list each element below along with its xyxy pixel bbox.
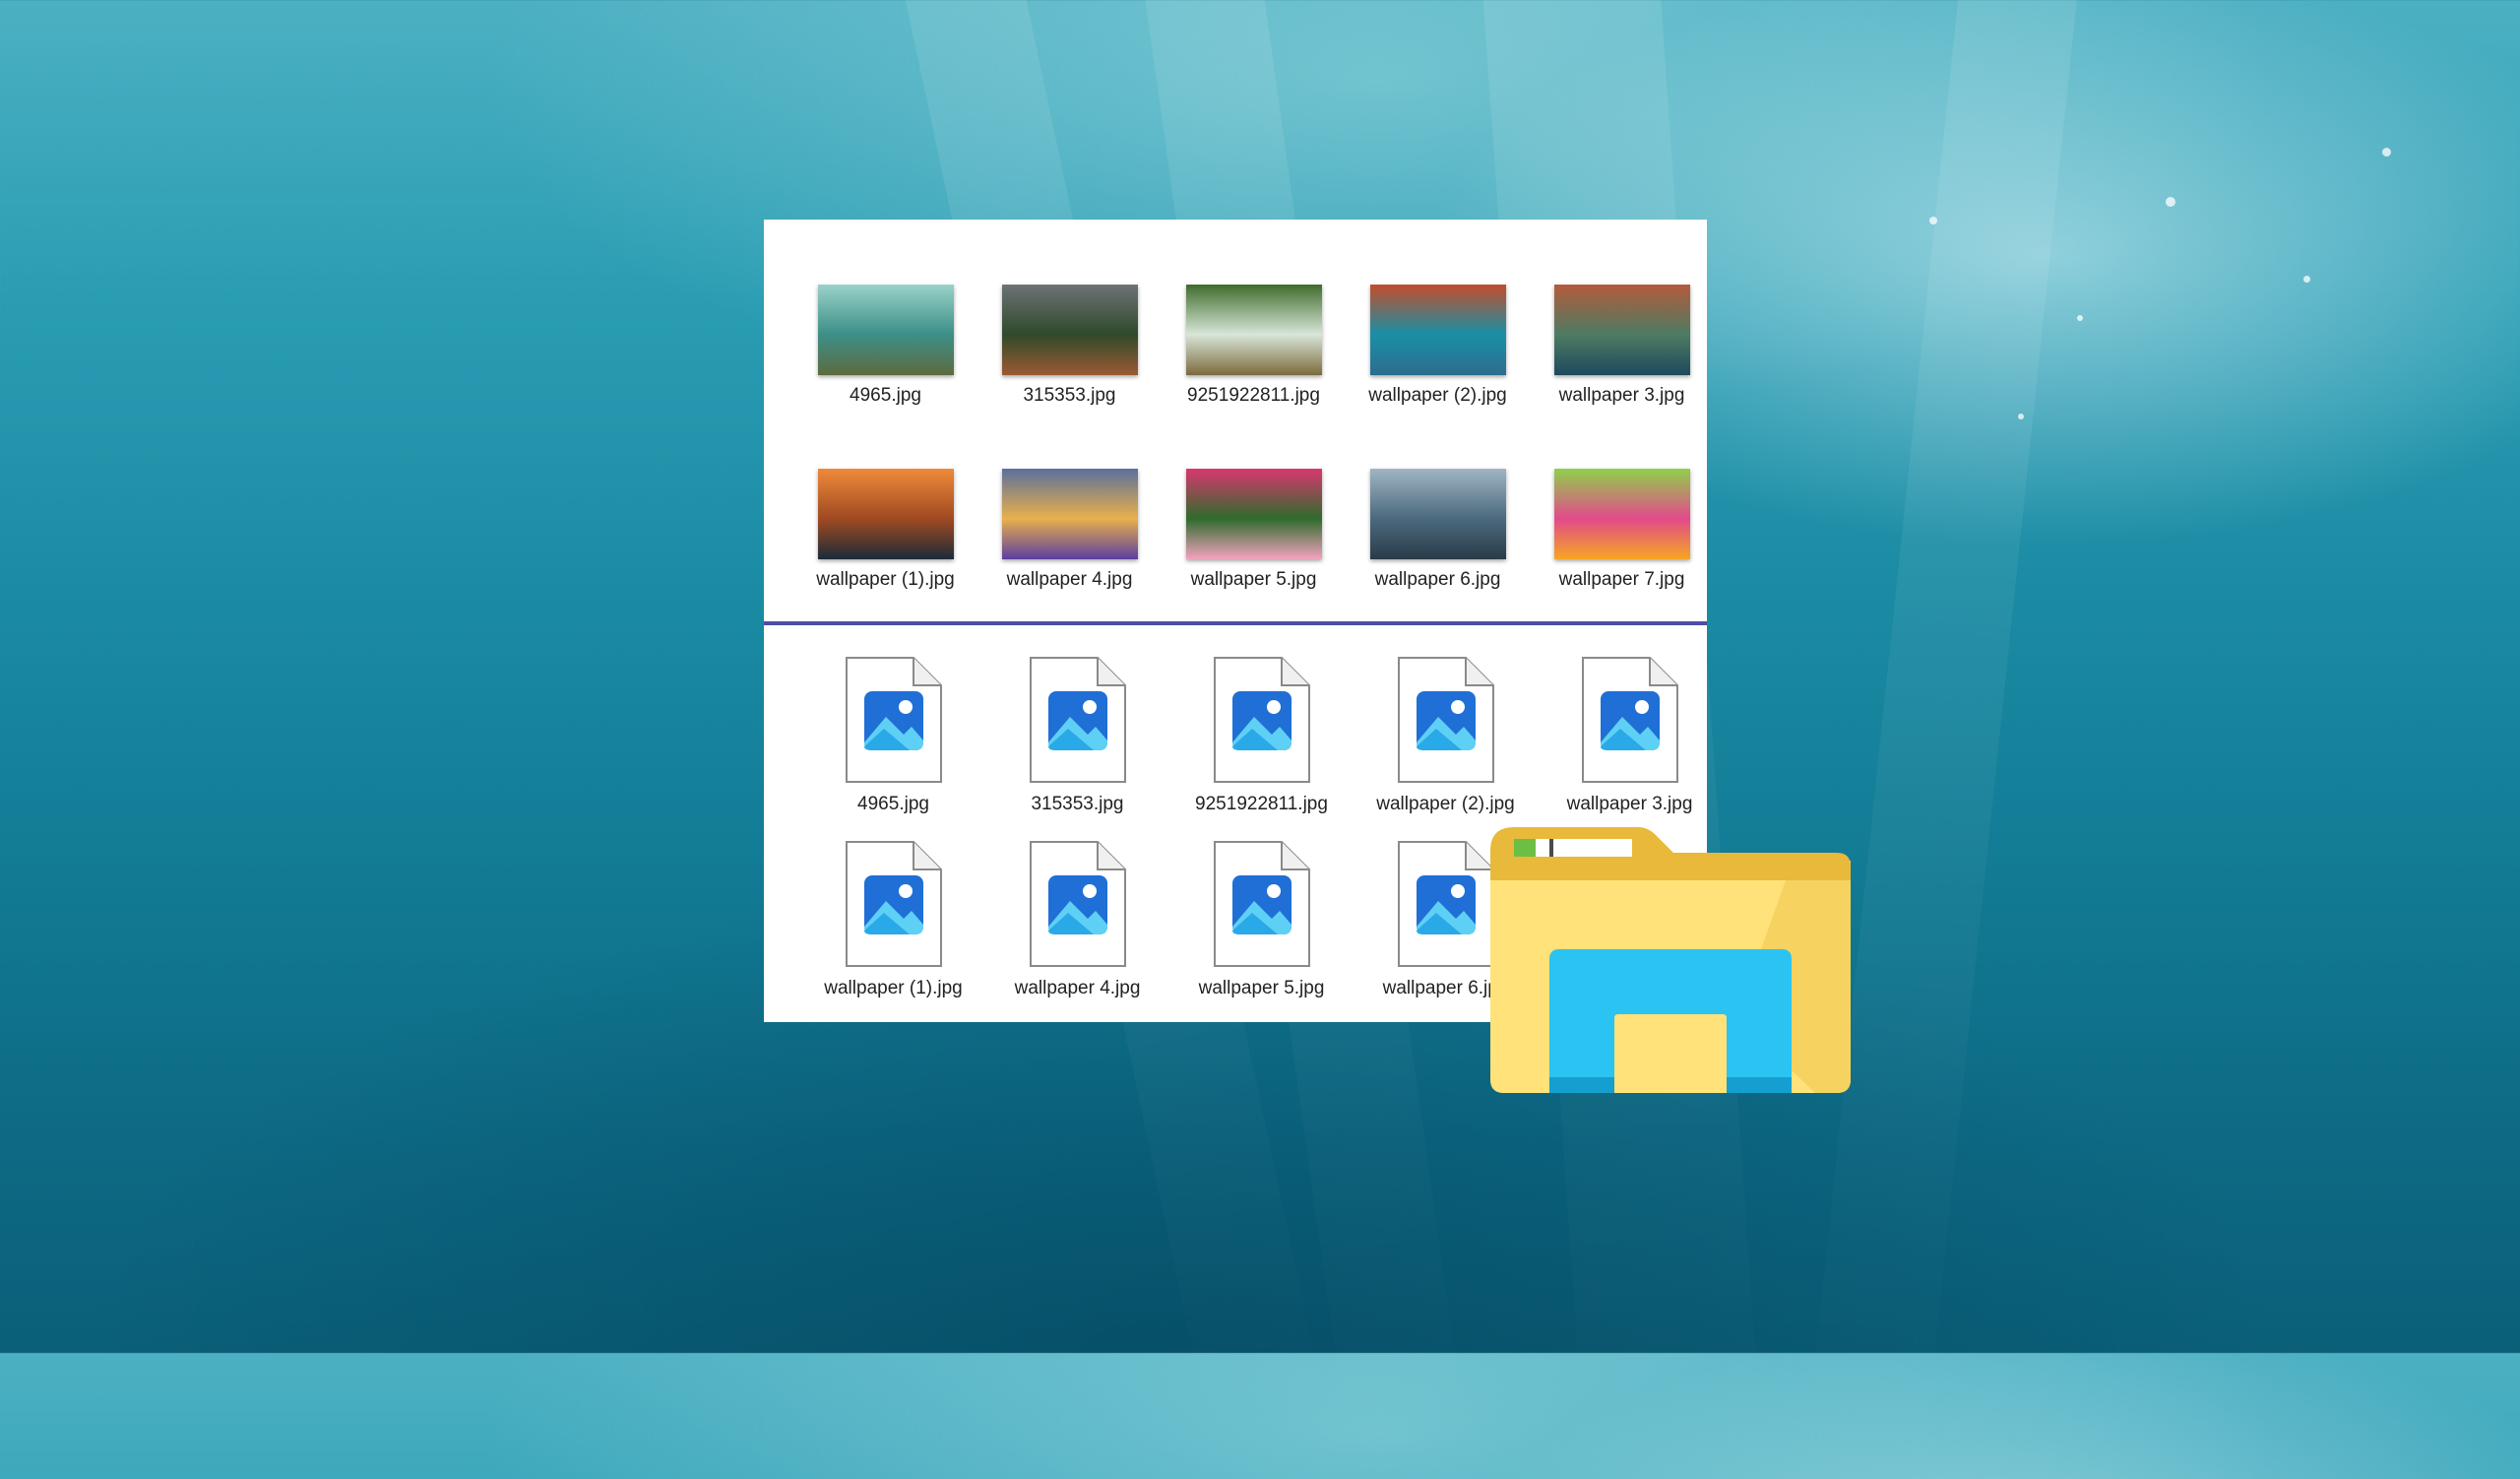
file-item[interactable]: wallpaper 3.jpg [1538,656,1722,840]
sparkle [2382,148,2391,157]
image-file-icon [845,840,943,968]
thumbnail-label: wallpaper 5.jpg [1190,569,1317,590]
image-file-icon [1213,656,1311,784]
photo-thumbnail [1369,469,1506,559]
thumbnail-label: wallpaper (1).jpg [816,569,955,590]
photo-thumbnail [1369,285,1506,375]
sparkle [2166,197,2175,207]
file-label: wallpaper 5.jpg [1198,978,1325,998]
divider [764,621,1707,625]
file-item[interactable]: 9251922811.jpg [1169,656,1354,840]
thumbnail-label: wallpaper 3.jpg [1558,385,1685,406]
thumbnail-label: 315353.jpg [1023,385,1116,406]
image-file-icon [845,656,943,784]
photo-thumbnail [817,469,954,559]
sparkle [2303,276,2310,283]
image-file-icon [1397,656,1495,784]
file-label: wallpaper 4.jpg [1014,978,1141,998]
image-file-icon [1581,656,1679,784]
photo-thumbnail [1553,285,1690,375]
file-item[interactable]: wallpaper 4.jpg [985,840,1169,1024]
file-label: wallpaper 3.jpg [1566,794,1693,814]
image-file-icon [1213,840,1311,968]
photo-thumbnail [817,285,954,375]
sparkle [2077,315,2083,321]
sparkle [2018,414,2024,419]
thumbnail-item[interactable]: 9251922811.jpg [1162,285,1346,469]
light-ray [1804,0,2087,1475]
photo-thumbnail [1001,469,1138,559]
image-file-icon [1397,840,1495,968]
thumbnail-item[interactable]: wallpaper (2).jpg [1346,285,1530,469]
image-file-icon [1029,656,1127,784]
file-label: 4965.jpg [857,794,929,814]
file-label: 9251922811.jpg [1195,794,1328,814]
thumbnail-label: wallpaper 4.jpg [1006,569,1133,590]
photo-thumbnail [1553,469,1690,559]
thumbnail-label: 9251922811.jpg [1187,385,1320,406]
file-item[interactable]: 4965.jpg [801,656,985,840]
file-label: wallpaper (2).jpg [1376,794,1515,814]
thumbnail-item[interactable]: 4965.jpg [793,285,977,469]
photo-thumbnail [1185,285,1322,375]
photo-thumbnail [1185,469,1322,559]
thumbnail-item[interactable]: wallpaper 3.jpg [1530,285,1714,469]
file-label: 315353.jpg [1031,794,1124,814]
image-file-icon [1029,840,1127,968]
photo-thumbnail [1001,285,1138,375]
thumbnail-item[interactable]: 315353.jpg [977,285,1162,469]
file-item[interactable]: 315353.jpg [985,656,1169,840]
file-item[interactable]: wallpaper (2).jpg [1354,656,1538,840]
thumbnail-label: wallpaper 7.jpg [1558,569,1685,590]
thumbnail-label: wallpaper (2).jpg [1368,385,1507,406]
file-item[interactable]: wallpaper 5.jpg [1169,840,1354,1024]
thumbnail-label: 4965.jpg [850,385,921,406]
file-explorer-folder-icon [1490,821,1851,1093]
thumbnail-grid: 4965.jpg 315353.jpg 9251922811.jpg wallpape… [793,285,1714,653]
sparkle [1929,217,1937,225]
file-item[interactable]: wallpaper (1).jpg [801,840,985,1024]
thumbnail-label: wallpaper 6.jpg [1374,569,1501,590]
file-label: wallpaper (1).jpg [824,978,963,998]
